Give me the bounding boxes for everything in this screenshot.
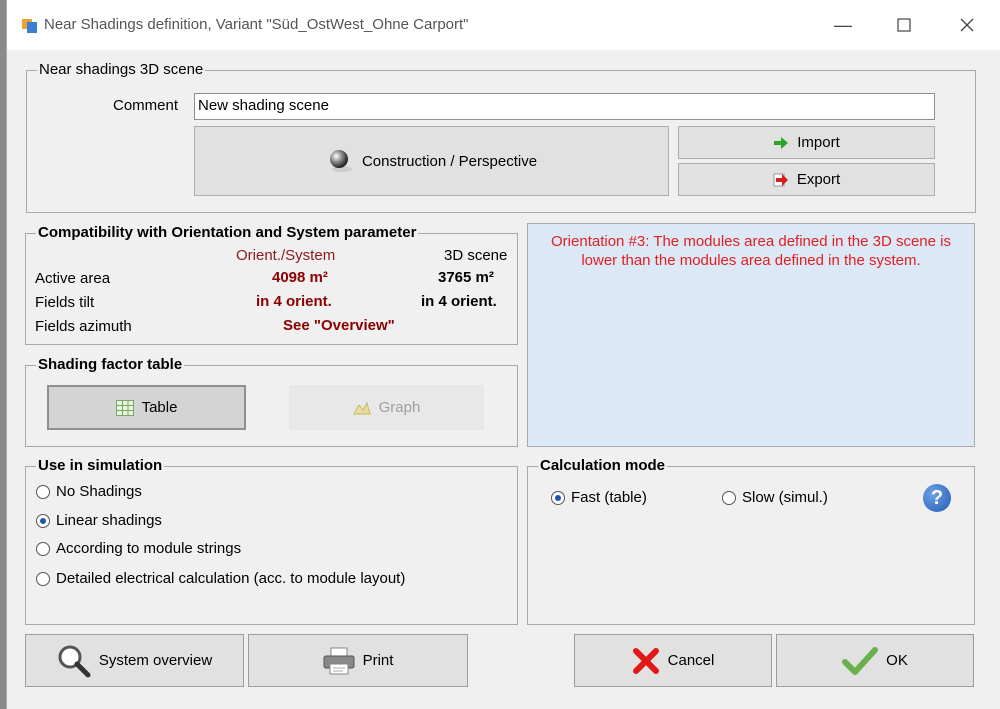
- radio-label: Linear shadings: [56, 512, 162, 529]
- simulation-group-title: Use in simulation: [36, 456, 165, 476]
- import-arrow-icon: [774, 136, 789, 149]
- radio-slow-simul[interactable]: Slow (simul.): [722, 489, 828, 506]
- export-button[interactable]: Export: [678, 163, 935, 196]
- maximize-icon[interactable]: [891, 13, 917, 37]
- compat-row-label: Active area: [35, 270, 111, 287]
- radio-no-shadings[interactable]: No Shadings: [36, 483, 142, 500]
- cancel-x-icon: [632, 647, 659, 674]
- import-label: Import: [797, 134, 840, 151]
- radio-dot[interactable]: [36, 571, 50, 586]
- table-label: Table: [141, 399, 178, 416]
- radio-dot-selected[interactable]: [36, 513, 50, 528]
- print-label: Print: [362, 652, 394, 669]
- cancel-button[interactable]: Cancel: [574, 634, 772, 687]
- export-label: Export: [796, 171, 841, 188]
- comment-input[interactable]: New shading scene: [194, 93, 935, 120]
- radio-label: According to module strings: [56, 540, 242, 557]
- cancel-label: Cancel: [667, 652, 715, 669]
- radio-dot[interactable]: [36, 484, 50, 499]
- title-bar: Near Shadings definition, Variant "Süd_O…: [7, 0, 1000, 50]
- minimize-icon[interactable]: —: [830, 13, 856, 37]
- system-overview-label: System overview: [98, 652, 213, 669]
- export-arrow-icon: [773, 173, 788, 186]
- compat-col-system: Orient./System: [236, 247, 336, 264]
- radio-label: No Shadings: [56, 483, 142, 500]
- ok-label: OK: [886, 652, 908, 669]
- radio-dot[interactable]: [36, 541, 50, 556]
- compat-row-label: Fields azimuth: [35, 318, 132, 335]
- graph-icon: [352, 401, 371, 414]
- compat-row-system: 4098 m²: [272, 269, 328, 286]
- table-icon: [115, 399, 134, 416]
- help-icon[interactable]: ?: [923, 484, 951, 512]
- print-button[interactable]: Print: [248, 634, 468, 687]
- shading-table-group-title: Shading factor table: [36, 355, 185, 375]
- sphere-icon: [329, 150, 352, 172]
- radio-fast-table[interactable]: Fast (table): [551, 489, 647, 506]
- compat-row-label: Fields tilt: [35, 294, 95, 311]
- radio-label: Slow (simul.): [742, 489, 828, 506]
- radio-module-strings[interactable]: According to module strings: [36, 540, 241, 557]
- checkmark-icon: [842, 646, 879, 675]
- system-overview-button[interactable]: System overview: [25, 634, 244, 687]
- construction-perspective-button[interactable]: Construction / Perspective: [194, 126, 669, 196]
- compat-col-scene: 3D scene: [444, 247, 508, 264]
- compat-row-system: in 4 orient.: [256, 293, 332, 310]
- scene-group-title: Near shadings 3D scene: [37, 60, 206, 80]
- close-icon[interactable]: [954, 13, 980, 37]
- radio-dot[interactable]: [722, 490, 736, 505]
- comment-label: Comment: [113, 97, 179, 114]
- compat-row-scene: 3765 m²: [438, 269, 494, 286]
- radio-dot-selected[interactable]: [551, 490, 565, 505]
- graph-label: Graph: [378, 399, 421, 416]
- orientation-warning-box: Orientation #3: The modules area defined…: [527, 223, 975, 447]
- radio-label: Fast (table): [571, 489, 647, 506]
- graph-button[interactable]: Graph: [289, 385, 484, 430]
- magnifier-icon: [58, 645, 91, 677]
- compat-row-scene: in 4 orient.: [421, 293, 497, 310]
- app-icon: [22, 19, 37, 33]
- radio-linear-shadings[interactable]: Linear shadings: [36, 512, 162, 529]
- radio-label: Detailed electrical calculation (acc. to…: [56, 570, 406, 587]
- calc-mode-group-title: Calculation mode: [538, 456, 668, 476]
- printer-icon: [323, 647, 355, 674]
- construction-label: Construction / Perspective: [361, 152, 538, 170]
- ok-button[interactable]: OK: [776, 634, 974, 687]
- warning-line-1: Orientation #3: The modules area defined…: [551, 233, 951, 250]
- compat-row-system: See "Overview": [283, 317, 395, 334]
- table-button[interactable]: Table: [47, 385, 246, 430]
- compat-group-title: Compatibility with Orientation and Syste…: [36, 223, 419, 243]
- import-button[interactable]: Import: [678, 126, 935, 159]
- window-title: Near Shadings definition, Variant "Süd_O…: [44, 16, 469, 33]
- warning-line-2: lower than the modules area defined in t…: [581, 252, 921, 269]
- radio-detailed-electrical[interactable]: Detailed electrical calculation (acc. to…: [36, 570, 405, 587]
